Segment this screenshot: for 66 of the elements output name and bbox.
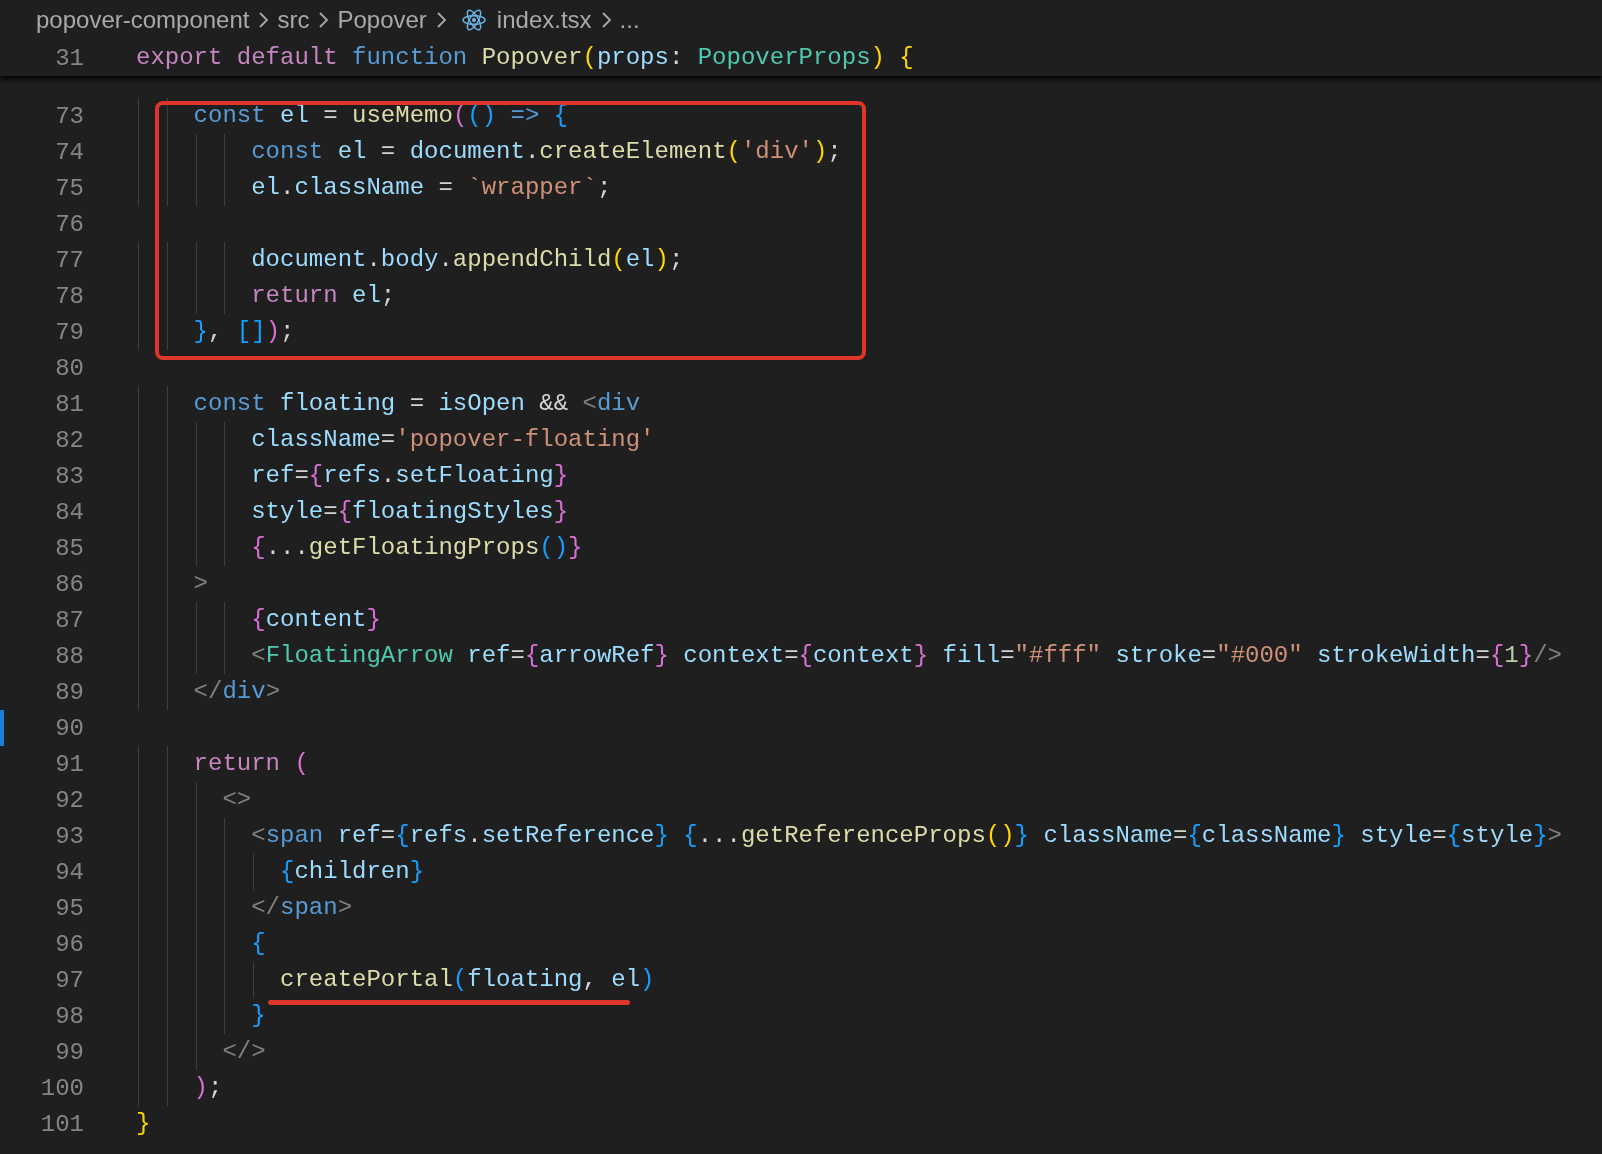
- line-number: 85: [54, 534, 84, 562]
- line-number: 74: [54, 138, 84, 166]
- line-number: 84: [54, 498, 84, 526]
- code-line: {...getFloatingProps()}: [250, 534, 583, 561]
- line-number: 93: [54, 822, 84, 850]
- line-number: 99: [54, 1038, 84, 1066]
- line-number: 73: [54, 102, 84, 130]
- breadcrumb-item[interactable]: popover-component: [36, 6, 250, 34]
- line-number: 87: [54, 606, 84, 634]
- code-line: {children}: [279, 858, 425, 885]
- code-line: </div>: [192, 678, 281, 705]
- code-line: style={floatingStyles}: [250, 498, 569, 525]
- line-number: 97: [54, 966, 84, 994]
- code-line: </>: [221, 1038, 266, 1065]
- chevron-icon: [434, 11, 447, 29]
- line-number: 82: [54, 426, 84, 454]
- line-number: 94: [54, 858, 84, 886]
- line-number: 80: [54, 354, 84, 382]
- breadcrumb-item[interactable]: index.tsx: [496, 6, 592, 34]
- code-line: );: [192, 1074, 223, 1101]
- code-line: const floating = isOpen && <div: [192, 390, 641, 417]
- chevron-icon: [257, 11, 270, 29]
- breadcrumb-item[interactable]: src: [277, 6, 310, 34]
- code-line: document.body.appendChild(el);: [250, 246, 684, 273]
- line-number: 86: [54, 570, 84, 598]
- line-number: 75: [54, 174, 84, 202]
- line-number: 31: [54, 44, 84, 72]
- line-number: 95: [54, 894, 84, 922]
- line-number: 101: [39, 1110, 84, 1138]
- code-line: {content}: [250, 606, 381, 633]
- chevron-icon: [317, 11, 330, 29]
- code-line: return (: [192, 750, 309, 777]
- line-number: 90: [54, 714, 84, 742]
- line-number: 88: [54, 642, 84, 670]
- line-number: 78: [54, 282, 84, 310]
- code-line: }: [250, 1002, 266, 1029]
- atom-icon: [460, 7, 487, 33]
- line-number: 100: [39, 1074, 84, 1102]
- code-line: return el;: [250, 282, 396, 309]
- breadcrumb-more[interactable]: ...: [619, 6, 640, 34]
- code-line: el.className = `wrapper`;: [250, 174, 612, 201]
- code-line: >: [192, 570, 208, 597]
- code-line: <FloatingArrow ref={arrowRef} context={context} fill="#fff" stroke="#000" strokeWidth={1}/>: [250, 642, 1562, 669]
- line-number: 96: [54, 930, 84, 958]
- chevron-icon: [599, 11, 612, 29]
- line-number: 79: [54, 318, 84, 346]
- code-line: }, []);: [192, 318, 295, 345]
- code-line: {: [250, 930, 266, 957]
- code-line: }: [136, 1110, 151, 1137]
- line-number: 89: [54, 678, 84, 706]
- code-line: export default function Popover(props: PopoverProps) {: [136, 44, 914, 71]
- line-number: 81: [54, 390, 84, 418]
- code-line: const el = document.createElement('div');: [250, 138, 842, 165]
- code-line: </span>: [250, 894, 353, 921]
- line-number: 91: [54, 750, 84, 778]
- breadcrumb-item[interactable]: Popover: [337, 6, 427, 34]
- code-line: createPortal(floating, el): [279, 966, 655, 993]
- code-line: <span ref={refs.setReference} {...getReferenceProps()} className={className} style={style}>: [250, 822, 1562, 849]
- line-number: 77: [54, 246, 84, 274]
- code-line: className='popover-floating': [250, 426, 655, 453]
- code-line: ref={refs.setFloating}: [250, 462, 569, 489]
- code-line: <>: [221, 786, 252, 813]
- line-number: 76: [54, 210, 84, 238]
- line-number: 92: [54, 786, 84, 814]
- line-number: 98: [54, 1002, 84, 1030]
- line-number: 83: [54, 462, 84, 490]
